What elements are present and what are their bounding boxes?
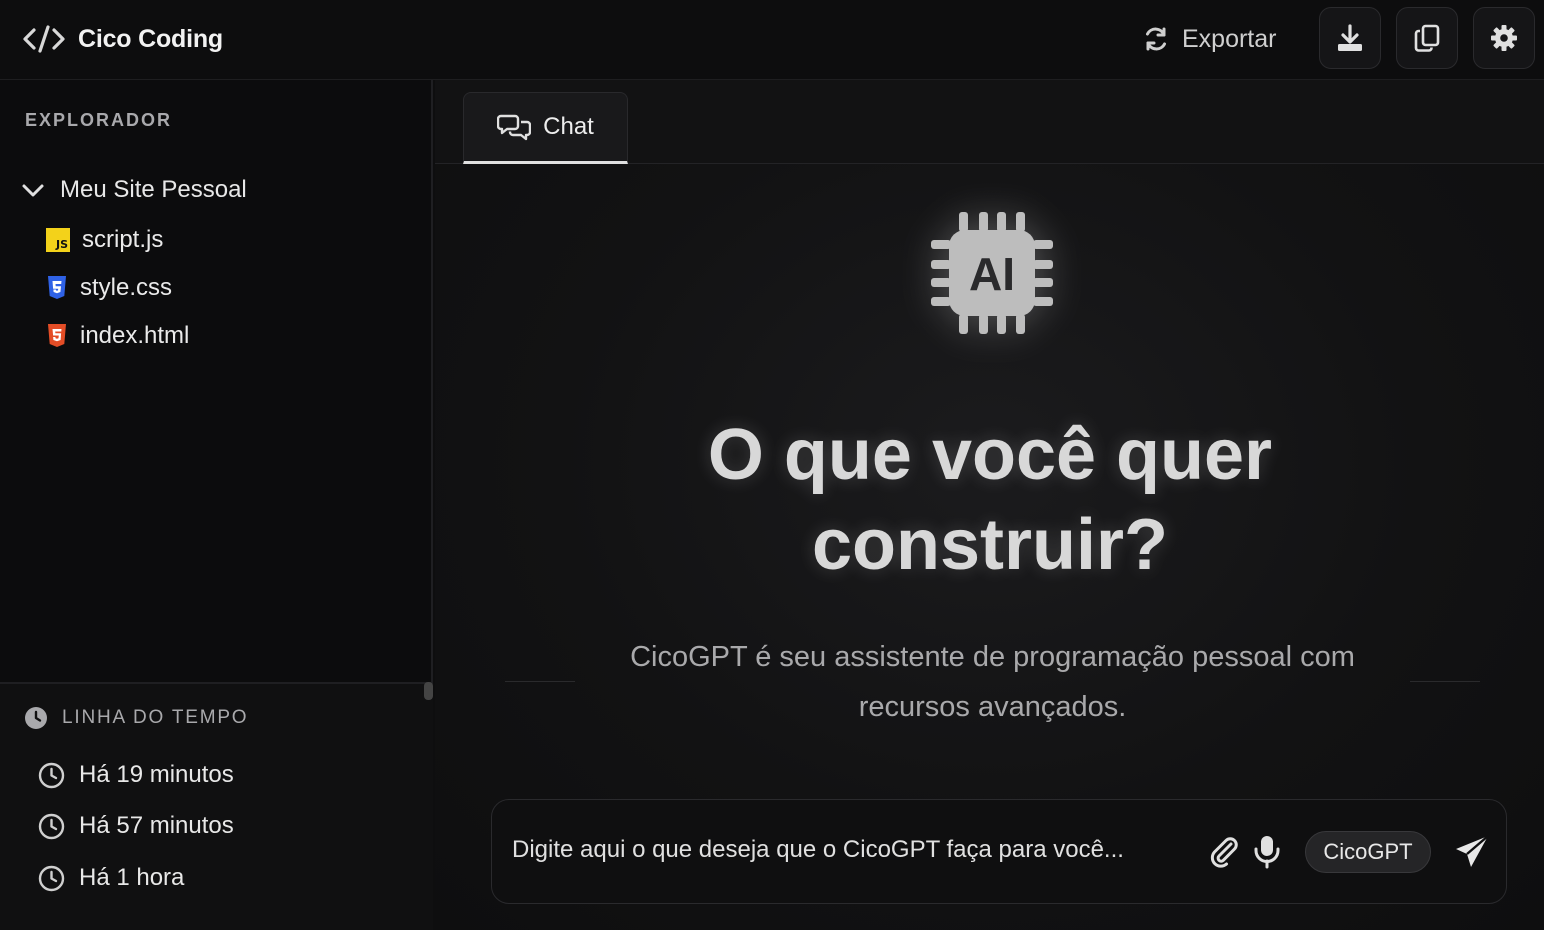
prompt-input[interactable] [512, 830, 1182, 870]
file-label: style.css [80, 274, 173, 301]
refresh-icon [1146, 27, 1166, 51]
copy-icon [1414, 24, 1440, 52]
hero-subtitle: CicoGPT é seu assistente de programação … [630, 641, 1355, 723]
timeline-item[interactable]: Há 57 minutos [38, 812, 234, 840]
sidebar: EXPLORADOR Meu Site Pessoal JS script.js… [0, 80, 433, 930]
paperclip-icon[interactable] [1207, 835, 1241, 869]
html-file-icon [48, 324, 66, 347]
tab-label: Chat [543, 113, 594, 140]
settings-button[interactable] [1473, 7, 1535, 69]
file-label: index.html [80, 322, 190, 349]
chat-composer: CicoGPT [491, 799, 1507, 904]
gear-icon [1491, 25, 1517, 51]
hero-title: O que você quer construir? [707, 415, 1273, 585]
chat-bubbles-icon [497, 114, 532, 141]
timeline-header: LINHA DO TEMPO [24, 706, 248, 730]
download-icon [1338, 24, 1362, 51]
file-item-style-css[interactable]: style.css [46, 274, 172, 302]
timeline-item[interactable]: Há 1 hora [38, 864, 184, 892]
timeline-item-label: Há 1 hora [79, 864, 185, 891]
ai-chip-icon: AI [931, 212, 1053, 334]
explorer-title: EXPLORADOR [25, 110, 173, 130]
folder-meu-site-pessoal[interactable]: Meu Site Pessoal [20, 176, 247, 204]
file-label: script.js [82, 226, 164, 253]
ai-chip-label: AI [969, 248, 1015, 300]
file-item-index-html[interactable]: index.html [46, 322, 189, 350]
clock-icon [38, 813, 65, 839]
copy-button[interactable] [1396, 7, 1458, 69]
model-selector[interactable]: CicoGPT [1305, 831, 1431, 873]
divider [1410, 681, 1480, 682]
timeline-panel: LINHA DO TEMPO Há 19 minutos Há 57 minut… [0, 682, 433, 930]
timeline-item-label: Há 19 minutos [79, 761, 234, 788]
download-button[interactable] [1319, 7, 1381, 69]
chat-main: Chat AI O que você quer construir? CicoG… [435, 80, 1544, 930]
export-button[interactable]: Exportar [1142, 20, 1276, 58]
code-icon [23, 25, 65, 53]
app-title: Cico Coding [78, 24, 224, 53]
javascript-file-icon: JS [46, 228, 70, 252]
export-label: Exportar [1182, 24, 1277, 53]
tab-bar: Chat [435, 80, 1544, 164]
css-file-icon [48, 276, 66, 299]
chevron-down-icon [22, 184, 44, 197]
timeline-title: LINHA DO TEMPO [62, 707, 249, 728]
timeline-item[interactable]: Há 19 minutos [38, 761, 234, 789]
divider [505, 681, 575, 682]
top-bar: Cico Coding Exportar [0, 0, 1544, 80]
clock-icon [25, 707, 47, 729]
clock-icon [38, 865, 65, 891]
timeline-item-label: Há 57 minutos [79, 812, 234, 839]
folder-label: Meu Site Pessoal [60, 176, 247, 203]
microphone-icon[interactable] [1252, 835, 1282, 869]
brand[interactable]: Cico Coding [22, 22, 223, 56]
tab-chat[interactable]: Chat [463, 92, 628, 164]
sidebar-resize-handle[interactable] [424, 682, 433, 700]
send-icon[interactable] [1454, 834, 1490, 870]
file-item-script-js[interactable]: JS script.js [46, 226, 163, 254]
clock-icon [38, 762, 65, 788]
